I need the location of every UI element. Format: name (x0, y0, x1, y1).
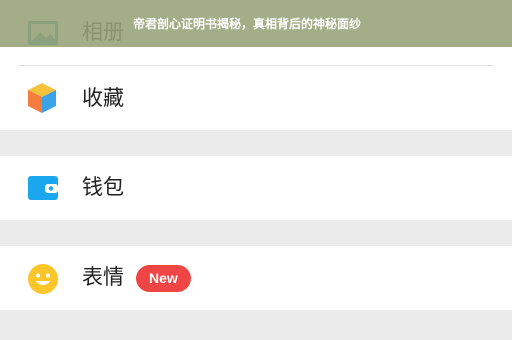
menu-item-label: 钱包 (82, 175, 124, 199)
smiley-icon (27, 263, 59, 299)
headline-text: 帝君剖心证明书揭秘，真相背后的神秘面纱 (133, 17, 362, 31)
wallet-icon (27, 174, 59, 206)
menu-item-label: 收藏 (82, 86, 124, 110)
menu-item-label: 表情 (82, 265, 124, 289)
new-badge: New (136, 265, 191, 292)
menu-item-favorites[interactable]: 收藏 (0, 66, 512, 130)
menu-item-wallet[interactable]: 钱包 (0, 156, 512, 220)
headline-banner: 帝君剖心证明书揭秘，真相背后的神秘面纱 (0, 0, 512, 47)
cube-favorites-icon (27, 82, 57, 118)
menu-item-stickers[interactable]: 表情 New (0, 246, 512, 310)
